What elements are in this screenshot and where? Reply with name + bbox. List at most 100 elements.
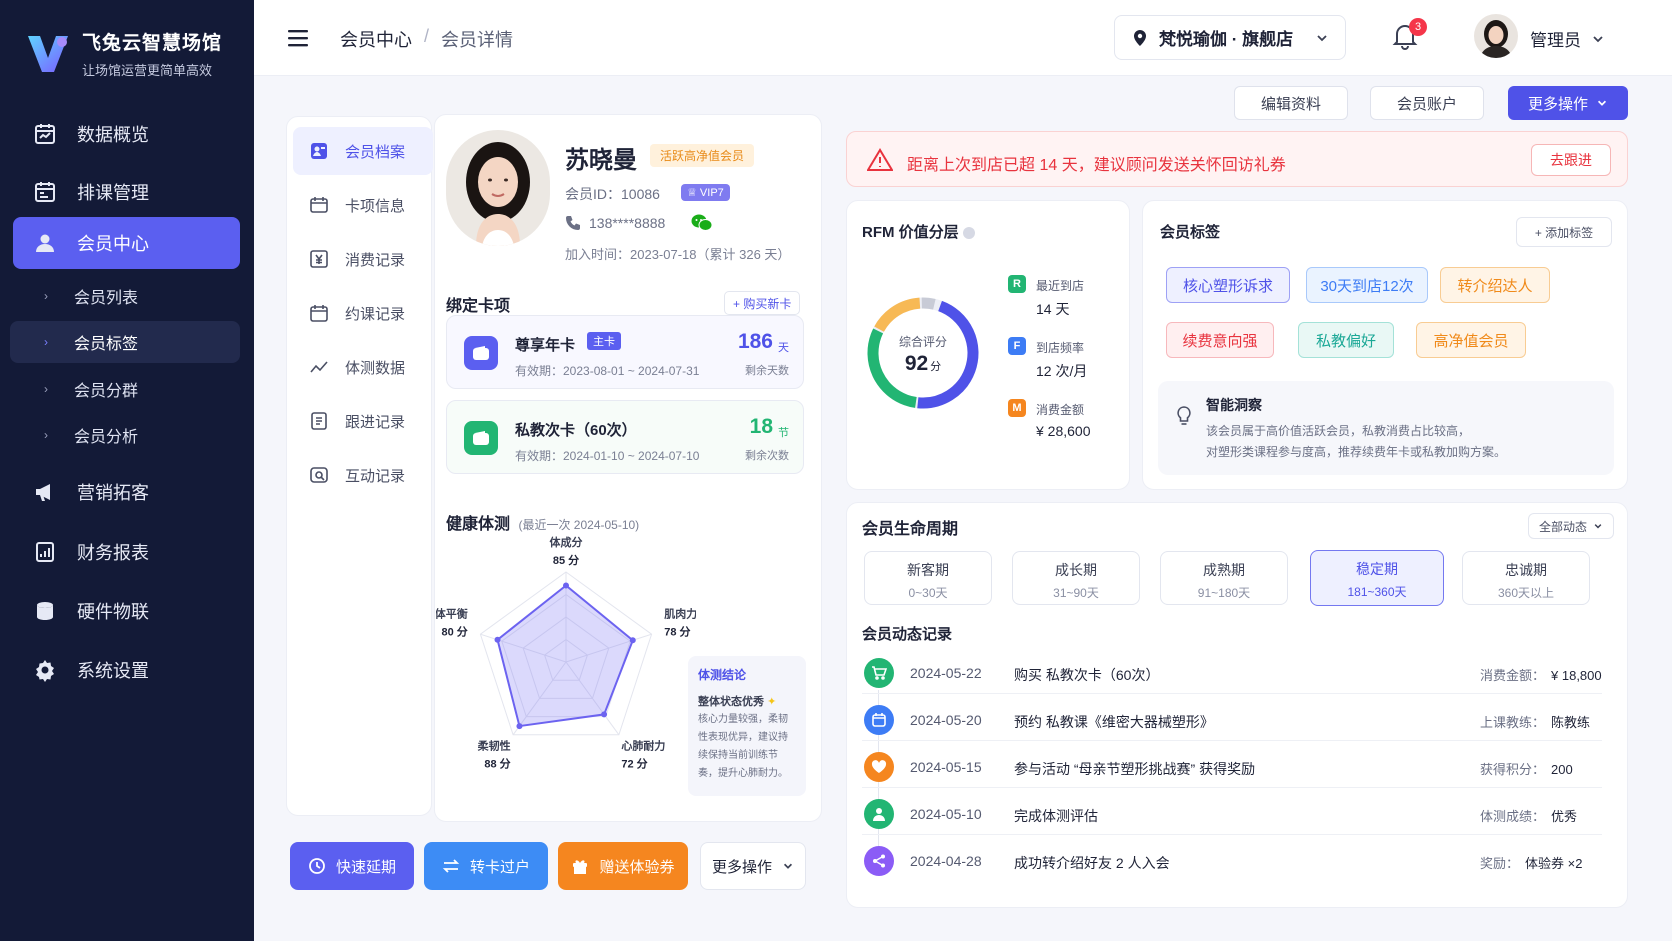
gift-voucher-button[interactable]: 赠送体验券 [558, 842, 688, 890]
share-icon [864, 846, 894, 876]
log-meta: 上课教练： 陈教练 [1480, 715, 1591, 730]
tab-interaction[interactable]: 互动记录 [293, 451, 433, 499]
timeline-row[interactable]: 2024-05-10 完成体测评估 体测成绩： 优秀 [862, 789, 1602, 835]
radar-score: 72 分 [621, 756, 647, 770]
member-tag[interactable]: 续费意向强 [1166, 322, 1274, 358]
profile-card-icon [311, 143, 327, 159]
profile-more-button[interactable]: 更多操作 [700, 842, 806, 890]
nav-item-settings[interactable]: 系统设置 [13, 643, 240, 697]
nav-label: 数据概览 [77, 125, 149, 145]
wechat-icon[interactable] [691, 213, 713, 233]
more-actions-button[interactable]: 更多操作 [1508, 86, 1628, 120]
nav-item-finance[interactable]: 财务报表 [13, 525, 240, 579]
brand-logo[interactable]: 飞兔云智慧场馆 让场馆运营更简单高效 [24, 28, 222, 79]
stage-mature[interactable]: 成熟期 91~180天 [1160, 551, 1288, 605]
edit-profile-button[interactable]: 编辑资料 [1234, 86, 1348, 120]
log-event: 完成体测评估 [1014, 808, 1098, 824]
quick-extend-label: 快速延期 [335, 858, 396, 876]
timeline-row[interactable]: 2024-05-20 预约 私教课《维密大器械塑形》 上课教练： 陈教练 [862, 695, 1602, 741]
stage-loyal[interactable]: 忠诚期 360天以上 [1462, 551, 1590, 605]
subnav-member-tags[interactable]: › 会员标签 [10, 321, 240, 363]
user-name: 管理员 [1530, 31, 1581, 50]
subnav-label: 会员分析 [74, 429, 139, 446]
rfm-key-badge: R [1008, 275, 1026, 293]
nav-item-hardware[interactable]: 硬件物联 [13, 584, 240, 638]
breadcrumb-member-center[interactable]: 会员中心 [340, 26, 412, 52]
trend-icon [310, 361, 328, 373]
subnav-label: 会员列表 [74, 290, 139, 307]
member-tag[interactable]: 核心塑形诉求 [1166, 267, 1290, 303]
user-menu[interactable]: 管理员 [1530, 26, 1605, 51]
info-icon[interactable] [962, 227, 975, 240]
quick-extend-button[interactable]: 快速延期 [290, 842, 414, 890]
member-tag[interactable]: 转介绍达人 [1440, 267, 1550, 303]
stage-stable[interactable]: 稳定期 181~360天 [1310, 550, 1444, 606]
menu-icon[interactable] [288, 28, 308, 48]
tab-label: 互动记录 [345, 467, 406, 485]
card-validity: 有效期：2024-01-10 ~ 2024-07-10 [515, 449, 700, 463]
nav-item-overview[interactable]: 数据概览 [13, 107, 240, 161]
heart-icon [864, 752, 894, 782]
member-tag[interactable]: 30天到店12次 [1306, 267, 1428, 303]
radar-label: 体成分 [550, 535, 583, 549]
membership-card[interactable]: 私教次卡（60次） 有效期：2024-01-10 ~ 2024-07-10 18… [446, 400, 804, 474]
nav-item-schedule[interactable]: 排课管理 [13, 165, 240, 219]
timeline-row[interactable]: 2024-05-22 购买 私教次卡（60次） 消费金额： ¥ 18,800 [862, 648, 1602, 694]
rfm-value: 12 次/月 [1036, 363, 1088, 379]
chevron-right-icon: › [44, 428, 48, 442]
avatar[interactable] [1474, 14, 1518, 58]
calendar-icon [310, 305, 328, 322]
buy-card-button[interactable]: + 购买新卡 [724, 291, 801, 315]
transfer-card-label: 转卡过户 [469, 858, 530, 876]
log-meta: 奖励： 体验券 ×2 [1480, 856, 1583, 871]
subnav-member-list[interactable]: › 会员列表 [10, 275, 240, 317]
tab-label: 约课记录 [345, 305, 406, 323]
stage-growth[interactable]: 成长期 31~90天 [1012, 551, 1140, 605]
activity-filter-select[interactable]: 全部动态 [1528, 513, 1614, 539]
tab-profile[interactable]: 会员档案 [293, 127, 433, 175]
tab-body-test[interactable]: 体测数据 [293, 343, 433, 391]
member-account-button[interactable]: 会员账户 [1370, 86, 1484, 120]
radar-chart: 体成分 85 分肌肉力量 78 分心肺耐力 72 分 柔韧性 88 分 身体平衡 80 分 [436, 535, 696, 770]
timeline-row[interactable]: 2024-05-15 参与活动 “母亲节塑形挑战赛” 获得奖励 获得积分： 200 [862, 742, 1602, 788]
nav-item-marketing[interactable]: 营销拓客 [13, 465, 240, 519]
timeline-row[interactable]: 2024-04-28 成功转介绍好友 2 人入会 奖励： 体验券 ×2 [862, 836, 1602, 882]
chevron-down-icon [1317, 34, 1327, 41]
card-wallet-icon [464, 336, 498, 370]
chevron-down-icon [783, 863, 793, 869]
member-tag[interactable]: 高净值会员 [1416, 322, 1526, 358]
store-selector[interactable]: 梵悦瑜伽 · 旗舰店 [1114, 15, 1346, 60]
radar-label: 柔韧性 [477, 738, 511, 752]
log-date: 2024-05-10 [910, 806, 982, 822]
dashboard-icon [35, 124, 55, 144]
subnav-member-analysis[interactable]: › 会员分析 [10, 414, 240, 456]
chevron-down-icon [1593, 35, 1603, 42]
tab-card-info[interactable]: 卡项信息 [293, 181, 433, 229]
tab-follow-up[interactable]: 跟进记录 [293, 397, 433, 445]
radar-label: 心肺耐力 [621, 738, 665, 752]
nav-item-member-center[interactable]: 会员中心 [13, 217, 240, 269]
radar-score: 80 分 [441, 625, 467, 639]
tab-bookings[interactable]: 约课记录 [293, 289, 433, 337]
vip-badge: ♕ VIP7 [681, 184, 730, 201]
subnav-label: 会员标签 [74, 336, 139, 353]
gift-icon [573, 860, 588, 874]
tab-consumption[interactable]: 消费记录 [293, 235, 433, 283]
conclusion-body: 核心力量较强，柔韧性表现优异，建议持续保持当前训练节奏，提升心肺耐力。 [698, 714, 788, 779]
hardware-icon [37, 602, 53, 620]
radar-score: 85 分 [553, 553, 579, 567]
follow-up-button[interactable]: 去跟进 [1531, 144, 1611, 176]
nav-label: 财务报表 [77, 543, 149, 563]
stage-new[interactable]: 新客期 0~30天 [864, 551, 992, 605]
membership-card[interactable]: 尊享年卡 有效期：2023-08-01 ~ 2024-07-31 186 天 剩… [446, 315, 804, 389]
smart-insight: 智能洞察 该会员属于高价值活跃会员，私教消费占比较高， 对塑形类课程参与度高，推荐… [1158, 381, 1614, 475]
alert-text: 距离上次到店已超 14 天，建议顾问发送关怀回访礼券 [907, 157, 1286, 174]
subnav-member-groups[interactable]: › 会员分群 [10, 368, 240, 410]
add-tag-button[interactable]: + 添加标签 [1516, 217, 1612, 247]
breadcrumb-member-detail: 会员详情 [441, 30, 514, 50]
radar-point [629, 637, 636, 644]
radar-score: 78 分 [664, 625, 690, 639]
transfer-card-button[interactable]: 转卡过户 [424, 842, 548, 890]
megaphone-icon [36, 484, 50, 501]
member-tag[interactable]: 私教偏好 [1298, 322, 1394, 358]
